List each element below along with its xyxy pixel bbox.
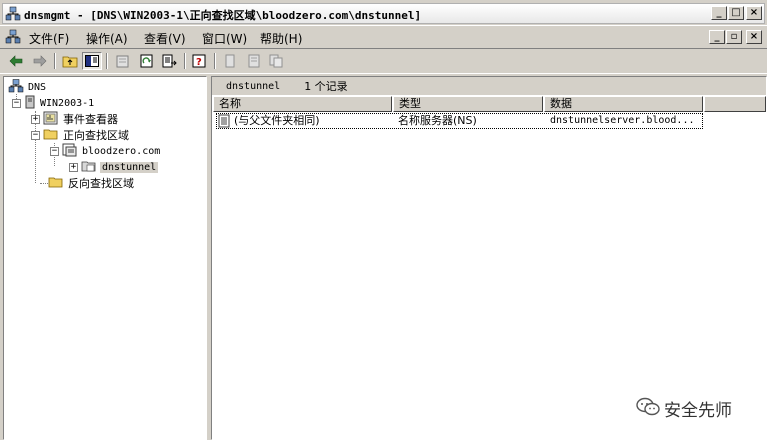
menu-file[interactable]: 文件(F) (29, 30, 69, 47)
details-pane[interactable]: dnstunnel 1 个记录 名称 类型 数据 (与父文件夹相同) 名称服务器… (211, 76, 767, 440)
watermark: 安全先师 (636, 396, 732, 421)
tree-item-zone[interactable]: − bloodzero.com (50, 143, 160, 159)
export-list-icon[interactable] (160, 52, 180, 70)
record-icon-3[interactable] (266, 52, 286, 70)
cell-type: 名称服务器(NS) (398, 114, 477, 127)
server-icon (24, 95, 36, 112)
column-header-data[interactable]: 数据 (544, 96, 703, 112)
folder-icon (48, 175, 64, 192)
properties-icon[interactable] (113, 52, 133, 70)
collapse-forward-zones-icon[interactable]: − (31, 130, 40, 140)
child-minimize-button[interactable]: _ (709, 30, 725, 44)
folder-open-icon (43, 127, 59, 144)
watermark-text: 安全先师 (664, 401, 732, 421)
tree-item-forward-zones[interactable]: − 正向查找区域 (31, 127, 129, 143)
tree-label-subdomain: dnstunnel (100, 161, 159, 173)
cell-name: (与父文件夹相同) (234, 114, 320, 127)
tree-label-event-viewer: 事件查看器 (63, 113, 118, 126)
dns-app-icon (5, 6, 21, 22)
maximize-button[interactable]: □ (728, 6, 744, 20)
menu-window[interactable]: 窗口(W) (202, 30, 247, 47)
column-header-filler (704, 96, 766, 112)
record-icon-1[interactable] (220, 52, 240, 70)
subdomain-folder-icon (81, 159, 97, 176)
menu-help[interactable]: 帮助(H) (260, 30, 302, 47)
back-arrow-icon[interactable] (6, 52, 26, 70)
tree-label-dns: DNS (28, 81, 47, 93)
details-header-count: 1 个记录 (304, 80, 348, 93)
tree-item-subdomain[interactable]: + dnstunnel (69, 159, 159, 176)
help-icon[interactable]: ? (190, 52, 210, 70)
tree-label-reverse-zones: 反向查找区域 (68, 177, 134, 190)
details-header: dnstunnel 1 个记录 (212, 77, 766, 95)
collapse-server-icon[interactable]: − (12, 98, 21, 108)
tree-label-forward-zones: 正向查找区域 (63, 129, 129, 142)
expand-subdomain-icon[interactable]: + (69, 162, 78, 172)
collapse-zone-icon[interactable]: − (50, 146, 59, 156)
show-tree-icon[interactable] (82, 52, 102, 70)
cell-data: dnstunnelserver.blood... (550, 115, 695, 126)
tree-item-event-viewer[interactable]: + 事件查看器 (31, 111, 118, 127)
child-restore-button[interactable]: ▫ (726, 30, 742, 44)
dns-root-icon (8, 78, 24, 96)
record-icon (218, 114, 230, 131)
record-icon-2[interactable] (244, 52, 264, 70)
column-header-type[interactable]: 类型 (393, 96, 543, 112)
minimize-button[interactable]: _ (711, 6, 727, 20)
expand-event-viewer-icon[interactable]: + (31, 114, 40, 124)
tree-item-dns[interactable]: DNS (8, 78, 47, 96)
toolbar: ? (0, 48, 767, 74)
tree-label-server: WIN2003-1 (40, 97, 95, 109)
tree-item-server[interactable]: − WIN2003-1 (12, 95, 94, 111)
svg-text:?: ? (196, 57, 202, 68)
details-header-name: dnstunnel (226, 80, 281, 92)
zone-icon (62, 143, 78, 160)
dns-console-icon[interactable] (5, 29, 21, 45)
tree-item-reverse-zones[interactable]: 反向查找区域 (48, 175, 134, 191)
console-tree[interactable]: DNS − WIN2003-1 + 事件查看器 − 正向查找区域 − blood… (3, 76, 207, 440)
wechat-logo-icon (636, 397, 660, 420)
event-viewer-icon (43, 111, 59, 128)
title-bar: dnsmgmt - [DNS\WIN2003-1\正向查找区域\bloodzer… (0, 0, 767, 26)
window-title: dnsmgmt - [DNS\WIN2003-1\正向查找区域\bloodzer… (24, 9, 422, 22)
forward-arrow-icon[interactable] (30, 52, 50, 70)
close-button[interactable]: × (746, 6, 762, 20)
menu-view[interactable]: 查看(V) (144, 30, 186, 47)
column-header-name[interactable]: 名称 (213, 96, 392, 112)
child-close-button[interactable]: × (746, 30, 762, 44)
menu-action[interactable]: 操作(A) (86, 30, 128, 47)
up-folder-icon[interactable] (60, 52, 80, 70)
refresh-icon[interactable] (137, 52, 157, 70)
menu-bar: 文件(F) 操作(A) 查看(V) 窗口(W) 帮助(H) (0, 26, 767, 48)
tree-label-zone: bloodzero.com (82, 145, 161, 157)
